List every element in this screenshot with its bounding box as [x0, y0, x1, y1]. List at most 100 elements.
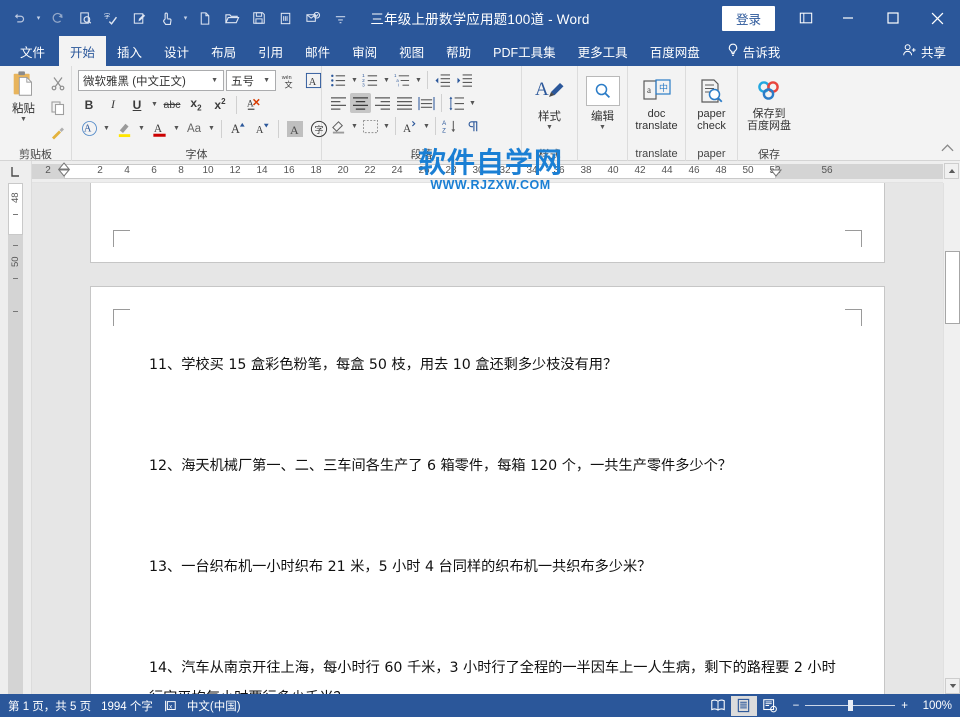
share-button[interactable]: 共享 — [902, 36, 960, 66]
print-preview-icon[interactable] — [72, 5, 98, 31]
web-layout-button[interactable] — [757, 696, 783, 716]
font-color-icon[interactable]: A — [148, 118, 170, 139]
text-effects-para-icon[interactable]: A — [400, 116, 421, 136]
minimize-button[interactable] — [825, 0, 870, 36]
styles-button[interactable]: A 样式 ▼ — [527, 70, 572, 132]
edit-icon[interactable] — [126, 5, 152, 31]
language-indicator[interactable]: 中文(中国) — [187, 698, 251, 714]
email-icon[interactable] — [300, 5, 326, 31]
tab-view[interactable]: 视图 — [388, 36, 435, 66]
spelling-check-icon[interactable]: 字 — [99, 5, 125, 31]
tab-more-tools[interactable]: 更多工具 — [567, 36, 639, 66]
text-effects-icon[interactable]: A — [284, 118, 306, 139]
styles-dropdown-icon[interactable]: ▼ — [546, 124, 553, 132]
multilevel-list-icon[interactable]: 1ai — [392, 70, 413, 90]
underline-dropdown-icon[interactable]: ▼ — [150, 101, 159, 108]
vertical-scrollbar[interactable] — [943, 183, 960, 694]
align-right-icon[interactable] — [372, 93, 393, 113]
bullets-icon[interactable] — [328, 70, 349, 90]
zoom-in-button[interactable]: + — [901, 700, 908, 712]
tab-file[interactable]: 文件 — [6, 36, 59, 66]
scroll-down-arrow-icon[interactable] — [945, 678, 960, 694]
collapse-ribbon-icon[interactable] — [941, 143, 954, 156]
font-size-dropdown-icon[interactable]: ▼ — [258, 77, 275, 84]
text-highlight-dropdown-icon[interactable]: ▼ — [102, 125, 111, 132]
shrink-font-icon[interactable]: A — [251, 118, 273, 139]
page-current[interactable]: 11、学校买 15 盒彩色粉笔，每盒 50 枝，用去 10 盒还剩多少枝没有用？… — [90, 286, 885, 694]
line-spacing-icon[interactable] — [446, 93, 467, 113]
line-spacing-dropdown-icon[interactable]: ▼ — [468, 100, 477, 107]
borders-dropdown-icon[interactable]: ▼ — [382, 123, 391, 130]
ribbon-display-options-icon[interactable] — [787, 0, 825, 36]
highlight-marker-icon[interactable] — [113, 118, 135, 139]
open-icon[interactable] — [219, 5, 245, 31]
touch-mode-dropdown-icon[interactable]: ▾ — [180, 5, 191, 31]
superscript-button[interactable]: x2 — [209, 94, 231, 115]
character-border-icon[interactable]: A — [302, 70, 324, 91]
zoom-control[interactable]: − + 100% — [783, 700, 952, 712]
horizontal-ruler[interactable]: 2 56 2 4 6 8 10 12 14 16 18 20 22 24 26 … — [32, 161, 943, 183]
save-icon[interactable] — [246, 5, 272, 31]
word-count[interactable]: 1994 个字 — [101, 698, 163, 714]
vertical-ruler[interactable]: 48 50 — [0, 183, 32, 694]
strikethrough-button[interactable]: abc — [161, 94, 183, 115]
touch-mode-icon[interactable] — [153, 5, 179, 31]
subscript-button[interactable]: x2 — [185, 94, 207, 115]
underline-button[interactable]: U — [126, 94, 148, 115]
right-indent-marker[interactable] — [769, 169, 783, 183]
attach-icon[interactable] — [273, 5, 299, 31]
format-painter-icon[interactable] — [47, 122, 69, 143]
paper-check-button[interactable]: paper check — [691, 70, 732, 132]
bullets-dropdown-icon[interactable]: ▼ — [350, 77, 359, 84]
print-layout-button[interactable] — [731, 696, 757, 716]
bold-button[interactable]: B — [78, 94, 100, 115]
borders-icon[interactable] — [360, 116, 381, 136]
paragraph-q14[interactable]: 14、汽车从南京开往上海，每小时行 60 千米，3 小时行了全程的一半因车上一人… — [149, 653, 836, 694]
zoom-slider-thumb[interactable] — [848, 700, 853, 711]
undo-icon[interactable] — [6, 5, 32, 31]
font-color-dropdown-icon[interactable]: ▼ — [172, 125, 181, 132]
tab-mailings[interactable]: 邮件 — [294, 36, 341, 66]
cut-icon[interactable] — [47, 72, 69, 93]
font-name-dropdown-icon[interactable]: ▼ — [206, 77, 223, 84]
increase-indent-icon[interactable] — [454, 70, 475, 90]
tell-me-box[interactable]: 告诉我 — [711, 36, 791, 66]
hanging-indent-marker[interactable] — [57, 169, 71, 183]
grow-font-icon[interactable]: A — [227, 118, 249, 139]
sort-icon[interactable]: AZ — [440, 116, 461, 136]
shading-icon[interactable] — [328, 116, 349, 136]
highlight-marker-dropdown-icon[interactable]: ▼ — [137, 125, 146, 132]
tab-help[interactable]: 帮助 — [435, 36, 482, 66]
tab-design[interactable]: 设计 — [153, 36, 200, 66]
distribute-icon[interactable] — [416, 93, 437, 113]
editing-button[interactable]: 编辑 ▼ — [583, 70, 622, 132]
justify-icon[interactable] — [394, 93, 415, 113]
paragraph-q13[interactable]: 13、一台织布机一小时织布 21 米，5 小时 4 台同样的织布机一共织布多少米… — [149, 552, 836, 582]
sign-in-button[interactable]: 登录 — [722, 6, 775, 31]
copy-icon[interactable] — [47, 97, 69, 118]
change-case-button[interactable]: Aa — [183, 118, 205, 139]
tab-pdf-tools[interactable]: PDF工具集 — [482, 36, 567, 66]
document-canvas[interactable]: 11、学校买 15 盒彩色粉笔，每盒 50 枝，用去 10 盒还剩多少枝没有用？… — [32, 183, 943, 694]
show-formatting-marks-icon[interactable] — [462, 116, 483, 136]
proofing-errors-icon[interactable]: x — [163, 699, 187, 713]
decrease-indent-icon[interactable] — [432, 70, 453, 90]
doc-translate-button[interactable]: a 中 doc translate — [633, 70, 680, 132]
font-name-combobox[interactable]: 微软雅黑 (中文正文) ▼ — [78, 70, 224, 91]
undo-dropdown-icon[interactable]: ▾ — [33, 5, 44, 31]
tab-layout[interactable]: 布局 — [200, 36, 247, 66]
multilevel-dropdown-icon[interactable]: ▼ — [414, 77, 423, 84]
read-mode-button[interactable] — [705, 696, 731, 716]
numbering-icon[interactable]: 123 — [360, 70, 381, 90]
zoom-level-label[interactable]: 100% — [914, 700, 952, 712]
change-case-dropdown-icon[interactable]: ▼ — [207, 125, 216, 132]
tab-references[interactable]: 引用 — [247, 36, 294, 66]
tab-baidu-netdisk[interactable]: 百度网盘 — [639, 36, 711, 66]
paste-dropdown-icon[interactable]: ▼ — [20, 116, 27, 124]
tab-insert[interactable]: 插入 — [106, 36, 153, 66]
save-to-baidu-button[interactable]: 保存到 百度网盘 — [743, 70, 795, 132]
paragraph-q12[interactable]: 12、海天机械厂第一、二、三车间各生产了 6 箱零件，每箱 120 个，一共生产… — [149, 451, 836, 481]
close-button[interactable] — [915, 0, 960, 36]
ruler-corner-tab-selector[interactable] — [0, 161, 32, 183]
paste-button[interactable]: 粘贴 ▼ — [4, 69, 43, 124]
